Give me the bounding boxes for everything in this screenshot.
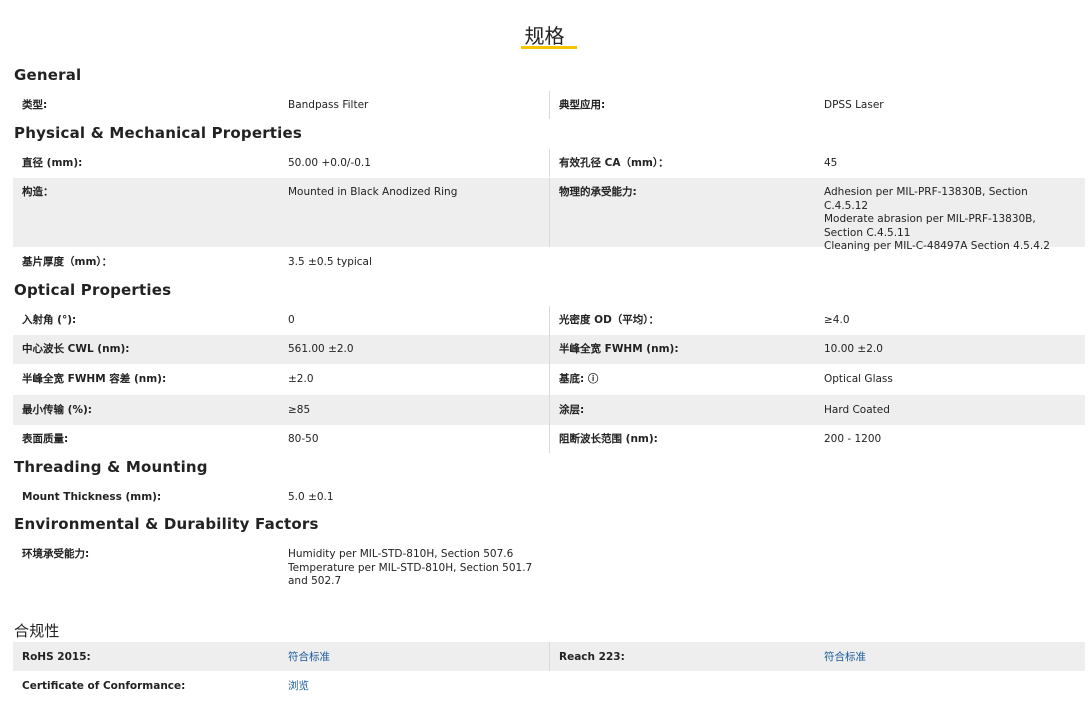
spec-label-clear-aperture: 有效孔径 CA（mm）： [559,157,669,169]
section-optical: Optical Properties [14,281,172,299]
spec-label-diameter: 直径 (mm): [22,157,83,169]
spec-label-fwhm: 半峰全宽 FWHM (nm): [559,343,679,355]
column-divider [549,306,550,335]
durability-line: Adhesion per MIL-PRF-13830B, Section C.4… [824,186,1028,212]
spec-row-cwl: 中心波长 CWL (nm): 561.00 ±2.0 半峰全宽 FWHM (nm… [13,335,1085,364]
spec-label-substrate[interactable]: 基底: ⓘ [559,373,814,387]
spec-row-surface-quality: 表面质量: 80-50 阻断波长范围 (nm): 200 - 1200 [13,425,1085,453]
spec-row-construction: 构造： Mounted in Black Anodized Ring 物理的承受… [13,178,1085,252]
column-divider [549,335,550,364]
spec-value-type: Bandpass Filter [288,99,369,111]
spec-label-environmental: 环境承受能力: [22,548,90,560]
spec-value-aoi: 0 [288,314,295,326]
column-divider [549,91,550,119]
spec-value-transmission: ≥85 [288,404,311,416]
spec-row-diameter: 直径 (mm): 50.00 +0.0/-0.1 有效孔径 CA（mm）： 45 [13,149,1085,177]
spec-row-transmission: 最小传输 (%): ≥85 涂层: Hard Coated [13,395,1085,425]
spec-label-rohs: RoHS 2015: [22,651,91,663]
rohs-compliant-link[interactable]: 符合标准 [288,651,543,665]
spec-value-durability: Adhesion per MIL-PRF-13830B, Section C.4… [824,186,1072,254]
spec-row-type: 类型: Bandpass Filter 典型应用: DPSS Laser [13,91,1085,119]
spec-label-durability: 物理的承受能力: [559,186,637,198]
spec-label-mount-thickness: Mount Thickness (mm): [22,491,162,503]
spec-row-aoi: 入射角 (°): 0 光密度 OD（平均）： ≥4.0 [13,306,1085,335]
column-divider [549,425,550,453]
spec-value-blocking-range: 200 - 1200 [824,433,882,445]
spec-row-environmental: 环境承受能力: Humidity per MIL-STD-810H, Secti… [13,540,1085,596]
spec-label-cwl: 中心波长 CWL (nm): [22,343,130,355]
spec-label-construction: 构造： [22,186,54,198]
title-underline [521,46,577,49]
column-divider [549,364,550,395]
spec-value-environmental: Humidity per MIL-STD-810H, Section 507.6… [288,548,536,589]
spec-label-coc: Certificate of Conformance: [22,680,186,692]
spec-label-reach: Reach 223: [559,651,625,663]
spec-row-coc: Certificate of Conformance: 浏览 [13,671,1085,701]
spec-value-clear-aperture: 45 [824,157,838,169]
spec-label-transmission: 最小传输 (%): [22,404,92,416]
spec-value-cwl: 561.00 ±2.0 [288,343,354,355]
spec-row-fwhm-tolerance: 半峰全宽 FWHM 容差 (nm): ±2.0 基底: ⓘ Optical Gl… [13,364,1085,395]
spec-value-substrate: Optical Glass [824,373,893,385]
column-divider [549,395,550,425]
spec-label-blocking-range: 阻断波长范围 (nm): [559,433,658,445]
spec-value-diameter: 50.00 +0.0/-0.1 [288,157,371,169]
spec-value-mount-thickness: 5.0 ±0.1 [288,491,334,503]
environmental-line: Temperature per MIL-STD-810H, Section 50… [288,561,533,588]
column-divider [549,178,550,247]
spec-label-surface-quality: 表面质量: [22,433,69,445]
spec-label-coating: 涂层: [559,404,585,416]
spec-label-application: 典型应用: [559,99,606,111]
spec-value-fwhm-tolerance: ±2.0 [288,373,314,385]
spec-label-aoi: 入射角 (°): [22,314,77,326]
spec-label-fwhm-tolerance: 半峰全宽 FWHM 容差 (nm): [22,373,167,385]
spec-row-mount-thickness: Mount Thickness (mm): 5.0 ±0.1 [13,483,1085,511]
coc-view-link[interactable]: 浏览 [288,680,543,694]
spec-value-fwhm: 10.00 ±2.0 [824,343,883,355]
section-environmental: Environmental & Durability Factors [14,515,319,533]
spec-label-type: 类型: [22,99,48,111]
durability-line: Moderate abrasion per MIL-PRF-13830B, Se… [824,213,1036,239]
section-general: General [14,66,82,84]
spec-value-construction: Mounted in Black Anodized Ring [288,186,458,198]
spec-row-thickness: 基片厚度（mm）： 3.5 ±0.5 typical [13,248,1085,276]
spec-label-od: 光密度 OD（平均）： [559,314,660,326]
spec-value-surface-quality: 80-50 [288,433,319,445]
spec-value-coating: Hard Coated [824,404,890,416]
spec-value-od: ≥4.0 [824,314,850,326]
section-threading: Threading & Mounting [14,458,208,476]
section-physical: Physical & Mechanical Properties [14,124,303,142]
spec-value-thickness: 3.5 ±0.5 typical [288,256,372,268]
reach-compliant-link[interactable]: 符合标准 [824,651,1079,665]
spec-label-thickness: 基片厚度（mm）： [22,256,113,268]
section-compliance: 合规性 [14,622,60,640]
environmental-line: Humidity per MIL-STD-810H, Section 507.6 [288,548,514,560]
spec-value-application: DPSS Laser [824,99,884,111]
column-divider [549,642,550,671]
column-divider [549,149,550,177]
spec-row-rohs: RoHS 2015: 符合标准 Reach 223: 符合标准 [13,642,1085,671]
